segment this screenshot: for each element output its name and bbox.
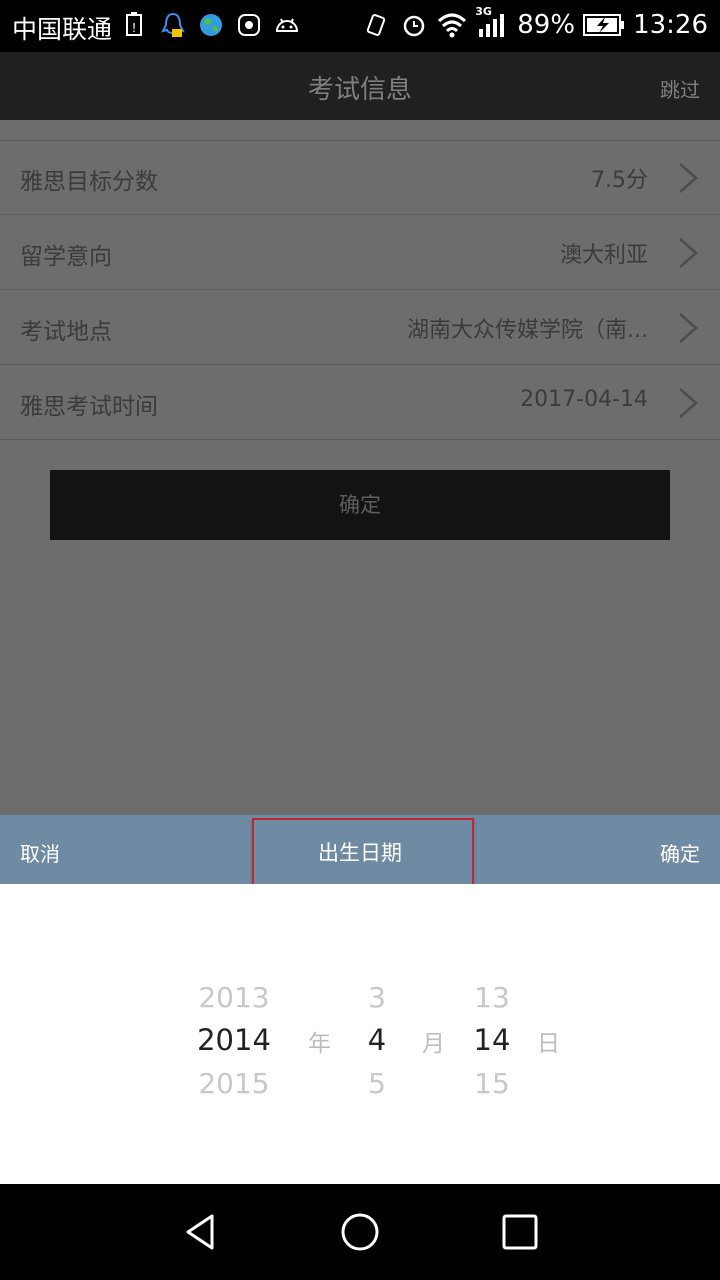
battery-charging-icon	[583, 14, 625, 36]
row-label: 考试地点	[20, 319, 112, 345]
exam-info-form: 雅思目标分数 7.5分 留学意向 澳大利亚 考试地点 湖南大众传媒学院（南...…	[0, 120, 720, 815]
year-selected[interactable]: 2014	[190, 1019, 278, 1062]
svg-text:!: !	[132, 21, 137, 35]
page-title: 考试信息	[307, 75, 412, 105]
form-row-study-destination[interactable]: 留学意向 澳大利亚	[0, 215, 720, 290]
picker-ok-button[interactable]: 确定	[660, 838, 700, 867]
wifi-icon	[438, 13, 467, 38]
confirm-button[interactable]: 确定	[50, 470, 670, 540]
chevron-right-icon	[679, 388, 698, 418]
year-prev[interactable]: 2013	[190, 976, 278, 1019]
day-prev[interactable]: 13	[466, 976, 518, 1019]
qq-icon	[161, 12, 185, 37]
notification-icons: !	[122, 11, 300, 39]
day-selected[interactable]: 14	[466, 1019, 518, 1062]
year-next[interactable]: 2015	[190, 1062, 278, 1105]
earth-icon	[200, 14, 222, 36]
form-row-target-score[interactable]: 雅思目标分数 7.5分	[0, 140, 720, 215]
signal-indicator: 3G	[475, 5, 509, 39]
home-icon[interactable]	[340, 1212, 380, 1252]
recent-apps-icon[interactable]	[500, 1212, 540, 1252]
navigation-bar	[0, 1184, 720, 1280]
chevron-right-icon	[679, 238, 698, 268]
row-label: 雅思考试时间	[20, 394, 158, 420]
alarm-icon	[404, 15, 425, 37]
month-wheel[interactable]: 3 4 5	[357, 976, 397, 1105]
row-label: 留学意向	[20, 244, 112, 270]
row-value: 2017-04-14	[520, 387, 648, 412]
row-value: 湖南大众传媒学院（南...	[407, 318, 648, 343]
row-label: 雅思目标分数	[20, 169, 158, 195]
date-picker-wheels: 2013 2014 2015 年 3 4 5 月 13 14 15 日	[0, 884, 720, 1184]
day-next[interactable]: 15	[466, 1062, 518, 1105]
month-next[interactable]: 5	[357, 1062, 397, 1105]
month-unit-label: 月	[422, 1031, 445, 1057]
day-unit-label: 日	[537, 1031, 560, 1057]
back-icon[interactable]	[180, 1212, 220, 1252]
form-row-exam-date[interactable]: 雅思考试时间 2017-04-14	[0, 365, 720, 440]
form-row-exam-location[interactable]: 考试地点 湖南大众传媒学院（南...	[0, 290, 720, 365]
battery-alert-icon: !	[126, 12, 142, 36]
signal-icon	[479, 14, 505, 37]
day-wheel[interactable]: 13 14 15	[466, 976, 518, 1105]
vibrate-icon	[367, 14, 386, 36]
year-wheel[interactable]: 2013 2014 2015	[190, 976, 278, 1105]
month-selected[interactable]: 4	[357, 1019, 397, 1062]
carrier-label: 中国联通	[12, 15, 113, 44]
year-unit-label: 年	[308, 1031, 331, 1057]
status-bar: 中国联通 ! 3G 89% 13:26	[0, 0, 720, 52]
system-indicators: 3G 89% 13:26	[361, 5, 708, 40]
row-value: 澳大利亚	[559, 243, 648, 268]
android-icon	[275, 18, 299, 32]
chevron-right-icon	[679, 163, 698, 193]
app-icon	[238, 14, 260, 36]
highlight-annotation	[252, 818, 474, 892]
chevron-right-icon	[679, 313, 698, 343]
app-header: 考试信息 跳过	[0, 52, 720, 120]
clock: 13:26	[633, 10, 708, 40]
battery-percent: 89%	[517, 10, 576, 40]
skip-button[interactable]: 跳过	[660, 74, 700, 103]
month-prev[interactable]: 3	[357, 976, 397, 1019]
row-value: 7.5分	[591, 168, 648, 193]
